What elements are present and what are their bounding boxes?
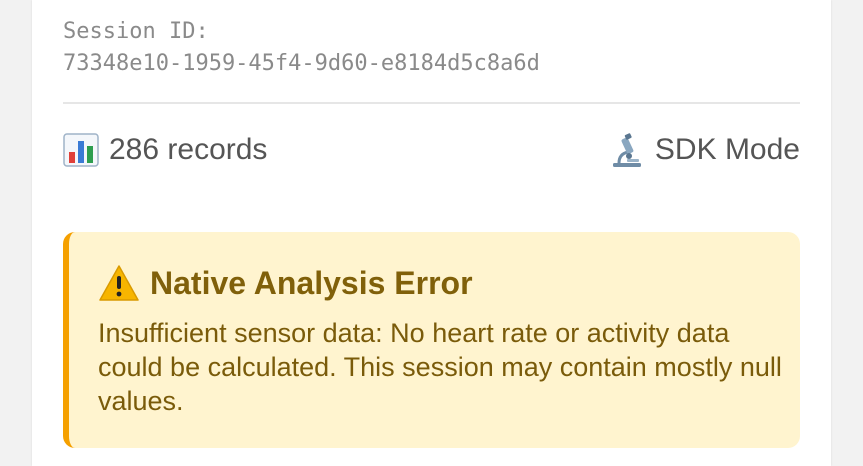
error-title: Native Analysis Error	[150, 265, 473, 301]
session-card: Session ID: 73348e10-1959-45f4-9d60-e818…	[32, 0, 831, 466]
mode-stat: SDK Mode	[609, 128, 800, 172]
records-count: 286 records	[109, 133, 268, 166]
records-stat: 286 records	[63, 128, 267, 172]
warning-icon	[98, 264, 140, 302]
microscope-icon	[609, 132, 645, 168]
divider	[63, 102, 800, 104]
error-alert: Native Analysis Error Insufficient senso…	[63, 232, 800, 448]
session-id-label: Session ID:	[63, 19, 209, 44]
error-message: Insufficient sensor data: No heart rate …	[98, 318, 782, 416]
stats-row: 286 records SDK Mode	[63, 128, 800, 172]
session-id-value: 73348e10-1959-45f4-9d60-e8184d5c8a6d	[63, 51, 540, 76]
error-title-row: Native Analysis Error	[98, 262, 473, 304]
mode-label: SDK Mode	[654, 133, 800, 166]
bar-chart-icon	[63, 132, 99, 168]
